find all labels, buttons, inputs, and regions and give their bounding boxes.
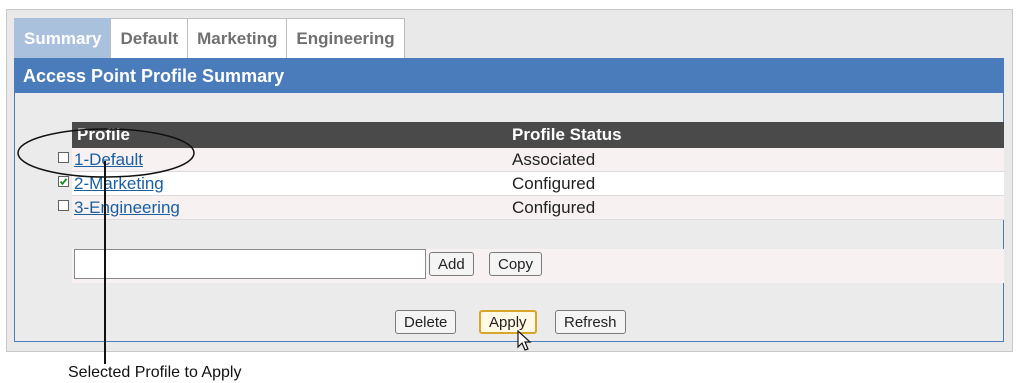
- panel-title: Access Point Profile Summary: [15, 59, 1003, 93]
- delete-button[interactable]: Delete: [395, 310, 457, 334]
- profile-status: Configured: [512, 174, 596, 193]
- header-profile-status: Profile Status: [512, 125, 622, 144]
- profile-summary-panel: Access Point Profile Summary Profile Pro…: [14, 58, 1004, 342]
- tab-default[interactable]: Default: [110, 18, 189, 58]
- annotation-label: Selected Profile to Apply: [68, 364, 242, 381]
- profile-checkbox[interactable]: [58, 152, 69, 163]
- tab-summary[interactable]: Summary: [14, 18, 112, 58]
- annotation-pointer-line: [104, 161, 106, 364]
- add-profile-bar: Add Copy: [72, 249, 1004, 283]
- profile-status: Configured: [512, 198, 596, 217]
- copy-button[interactable]: Copy: [489, 252, 543, 276]
- checkmark-icon: [59, 178, 68, 186]
- tab-engineering[interactable]: Engineering: [286, 18, 405, 58]
- add-button[interactable]: Add: [429, 252, 474, 276]
- profile-link[interactable]: 2-Marketing: [74, 174, 164, 194]
- mouse-cursor-icon: [517, 330, 532, 351]
- profile-link[interactable]: 3-Engineering: [74, 198, 180, 218]
- tab-marketing[interactable]: Marketing: [187, 18, 288, 58]
- table-header: Profile Profile Status: [72, 122, 1004, 148]
- profile-link[interactable]: 1-Default: [74, 150, 143, 170]
- profile-name-input[interactable]: [74, 249, 426, 279]
- refresh-button[interactable]: Refresh: [555, 310, 626, 334]
- table-row: 2-Marketing Configured: [58, 172, 1004, 196]
- profile-checkbox[interactable]: [58, 176, 69, 187]
- tab-bar: Summary Default Marketing Engineering: [14, 18, 405, 58]
- table-row: 1-Default Associated: [58, 148, 1004, 172]
- profile-status: Associated: [512, 150, 596, 169]
- table-row: 3-Engineering Configured: [58, 196, 1004, 220]
- header-profile: Profile: [77, 125, 130, 144]
- profile-checkbox[interactable]: [58, 200, 69, 211]
